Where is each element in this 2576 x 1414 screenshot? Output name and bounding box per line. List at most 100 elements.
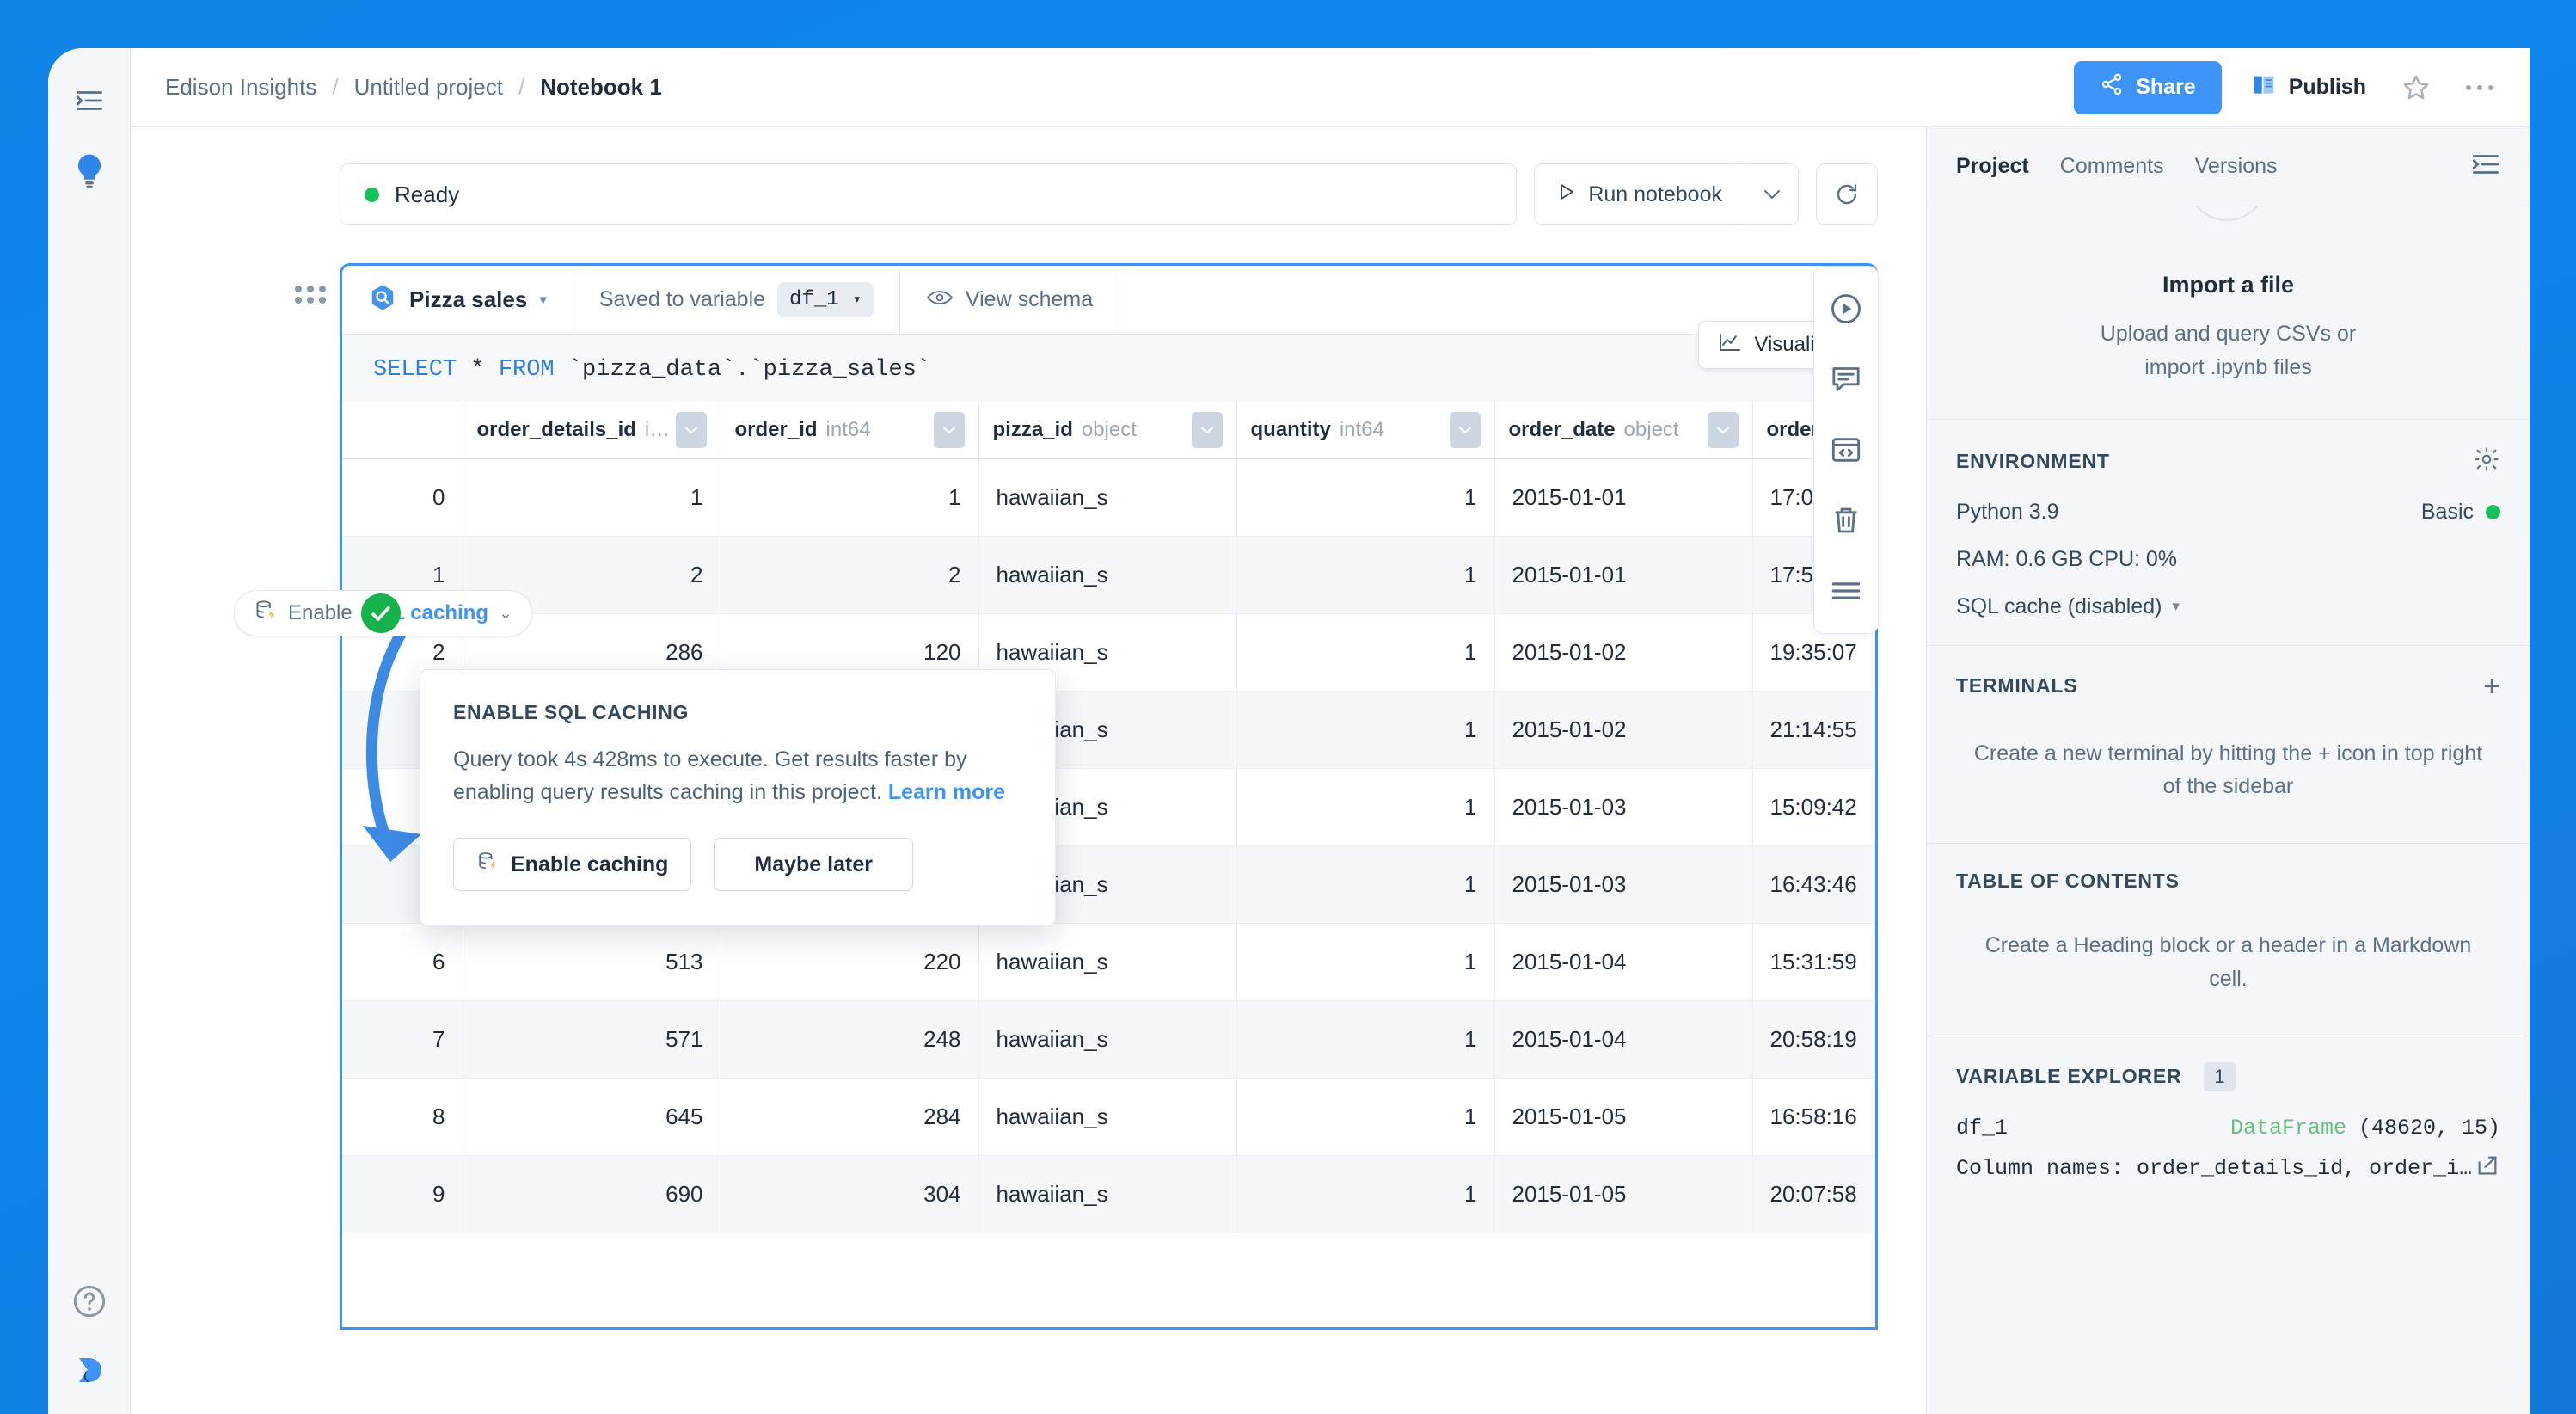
deepnote-logo-icon[interactable] (66, 1347, 113, 1393)
breadcrumb-workspace[interactable]: Edison Insights (165, 74, 316, 101)
panel-collapse-icon[interactable] (66, 77, 113, 124)
plus-icon[interactable]: + (2483, 672, 2500, 701)
sql-literal: `pizza_data`.`pizza_sales` (555, 357, 930, 383)
table-cell: 2015-01-02 (1494, 691, 1752, 768)
sql-code-line: SELECT * FROM `pizza_data`.`pizza_sales` (373, 357, 1875, 383)
notebook-scroll-area: Ready Run notebook (131, 127, 1926, 1414)
enable-caching-pill-prefix: Enable (288, 601, 353, 625)
column-menu-caret-icon[interactable] (1450, 412, 1481, 448)
column-name: pizza_id (993, 418, 1073, 442)
table-cell: 15:31:59 (1752, 923, 1875, 1000)
column-menu-caret-icon[interactable] (1708, 412, 1739, 448)
lightbulb-icon[interactable] (66, 148, 113, 194)
share-button[interactable]: Share (2074, 61, 2221, 114)
menu-icon[interactable] (1826, 571, 1866, 611)
table-cell: 21:14:55 (1752, 691, 1875, 768)
breadcrumb-project[interactable]: Untitled project (354, 74, 503, 101)
table-row[interactable]: 011hawaiian_s12015-01-0117:03:00 (342, 458, 1875, 536)
gear-icon[interactable] (2473, 446, 2500, 477)
table-cell: 2 (721, 536, 978, 613)
run-notebook-button[interactable]: Run notebook (1535, 164, 1745, 224)
table-cell: 2015-01-03 (1494, 845, 1752, 923)
column-name: order_details_id (477, 418, 636, 442)
sql-code-editor[interactable]: SELECT * FROM `pizza_data`.`pizza_sales`… (342, 335, 1875, 402)
tab-versions[interactable]: Versions (2195, 154, 2278, 179)
import-file-block[interactable]: Import a file Upload and query CSVs or i… (1927, 206, 2530, 420)
table-row[interactable]: 8645284hawaiian_s12015-01-0516:58:16 (342, 1078, 1875, 1155)
panel-collapse-icon[interactable] (2471, 151, 2500, 181)
datasource-selector[interactable]: Pizza sales ▾ (342, 266, 573, 334)
sql-cache-selector[interactable]: SQL cache (disabled) ▾ (1956, 594, 2500, 619)
python-version: Python 3.9 (1956, 500, 2059, 525)
tab-project[interactable]: Project (1956, 154, 2029, 179)
drag-grid-icon[interactable] (281, 263, 340, 306)
environment-title: ENVIRONMENT (1956, 450, 2110, 473)
help-circle-icon[interactable] (66, 1278, 113, 1325)
publish-button[interactable]: Publish (2244, 71, 2373, 103)
column-menu-caret-icon[interactable] (1192, 412, 1223, 448)
run-notebook-label: Run notebook (1588, 182, 1722, 207)
chevron-down-icon[interactable]: ⌄ (499, 604, 512, 624)
table-column-header[interactable]: quantityint64 (1236, 402, 1494, 458)
enable-sql-caching-popover: ENABLE SQL CACHING Query took 4s 428ms t… (420, 669, 1056, 926)
table-column-header[interactable]: order_details_idi… (463, 402, 721, 458)
table-cell: 304 (721, 1155, 978, 1233)
left-rail (48, 48, 131, 1414)
variable-row[interactable]: df_1 DataFrame (48620, 15) (1956, 1116, 2500, 1140)
table-row[interactable]: 9690304hawaiian_s12015-01-0520:07:58 (342, 1155, 1875, 1233)
variable-explorer-section: VARIABLE EXPLORER 1 df_1 DataFrame (4862… (1927, 1036, 2530, 1211)
chart-line-icon (1718, 332, 1742, 359)
variable-chip[interactable]: df_1 ▾ (777, 282, 874, 317)
table-cell: 1 (1236, 845, 1494, 923)
table-cell: 1 (1236, 691, 1494, 768)
table-row[interactable]: 122hawaiian_s12015-01-0117:55:48 (342, 536, 1875, 613)
table-cell: 248 (721, 1000, 978, 1078)
code-window-icon[interactable] (1826, 430, 1866, 470)
saved-to-variable-control[interactable]: Saved to variable df_1 ▾ (573, 266, 900, 334)
learn-more-link[interactable]: Learn more (888, 780, 1005, 804)
breadcrumb-notebook[interactable]: Notebook 1 (540, 74, 662, 101)
play-icon (1557, 181, 1576, 208)
external-link-icon[interactable] (2475, 1153, 2500, 1185)
table-index-header (342, 402, 463, 458)
column-menu-caret-icon[interactable] (676, 412, 707, 448)
table-cell: 513 (463, 923, 721, 1000)
run-options-caret-icon[interactable] (1745, 164, 1798, 224)
tab-comments[interactable]: Comments (2060, 154, 2164, 179)
play-circle-icon[interactable] (1826, 289, 1866, 329)
terminals-section: TERMINALS + Create a new terminal by hit… (1927, 646, 2530, 845)
table-cell: 2015-01-05 (1494, 1078, 1752, 1155)
share-button-label: Share (2136, 75, 2195, 100)
table-row[interactable]: 6513220hawaiian_s12015-01-0415:31:59 (342, 923, 1875, 1000)
maybe-later-button[interactable]: Maybe later (714, 838, 913, 891)
table-column-header[interactable]: order_dateobject (1494, 402, 1752, 458)
sidebar-scroll: Import a file Upload and query CSVs or i… (1927, 206, 2530, 1414)
kernel-status-bar[interactable]: Ready (340, 163, 1517, 225)
comment-icon[interactable] (1826, 360, 1866, 399)
table-cell: hawaiian_s (978, 923, 1236, 1000)
table-column-header[interactable]: pizza_idobject (978, 402, 1236, 458)
trash-icon[interactable] (1826, 501, 1866, 540)
enable-caching-button[interactable]: Enable caching (453, 838, 691, 891)
column-menu-caret-icon[interactable] (934, 412, 965, 448)
environment-python-row[interactable]: Python 3.9 Basic (1956, 500, 2500, 525)
database-bolt-icon (476, 851, 499, 879)
import-file-title: Import a file (1956, 272, 2500, 298)
table-cell: 16:58:16 (1752, 1078, 1875, 1155)
view-schema-button[interactable]: View schema (900, 266, 1119, 334)
table-cell: hawaiian_s (978, 1000, 1236, 1078)
table-cell: 1 (1236, 1155, 1494, 1233)
variable-name: df_1 (789, 288, 839, 311)
toc-title: TABLE OF CONTENTS (1956, 870, 2180, 893)
restart-kernel-button[interactable] (1816, 163, 1878, 225)
table-cell: 2015-01-01 (1494, 458, 1752, 536)
star-icon[interactable] (2395, 67, 2437, 108)
table-column-header[interactable]: order_idint64 (721, 402, 978, 458)
table-cell: 690 (463, 1155, 721, 1233)
table-cell: 2015-01-05 (1494, 1155, 1752, 1233)
publish-button-label: Publish (2289, 75, 2366, 100)
table-header-row: order_details_idi…order_idint64pizza_ido… (342, 402, 1875, 458)
table-row[interactable]: 7571248hawaiian_s12015-01-0420:58:19 (342, 1000, 1875, 1078)
ellipsis-icon[interactable] (2459, 67, 2500, 108)
variable-name: df_1 (1956, 1116, 2008, 1140)
